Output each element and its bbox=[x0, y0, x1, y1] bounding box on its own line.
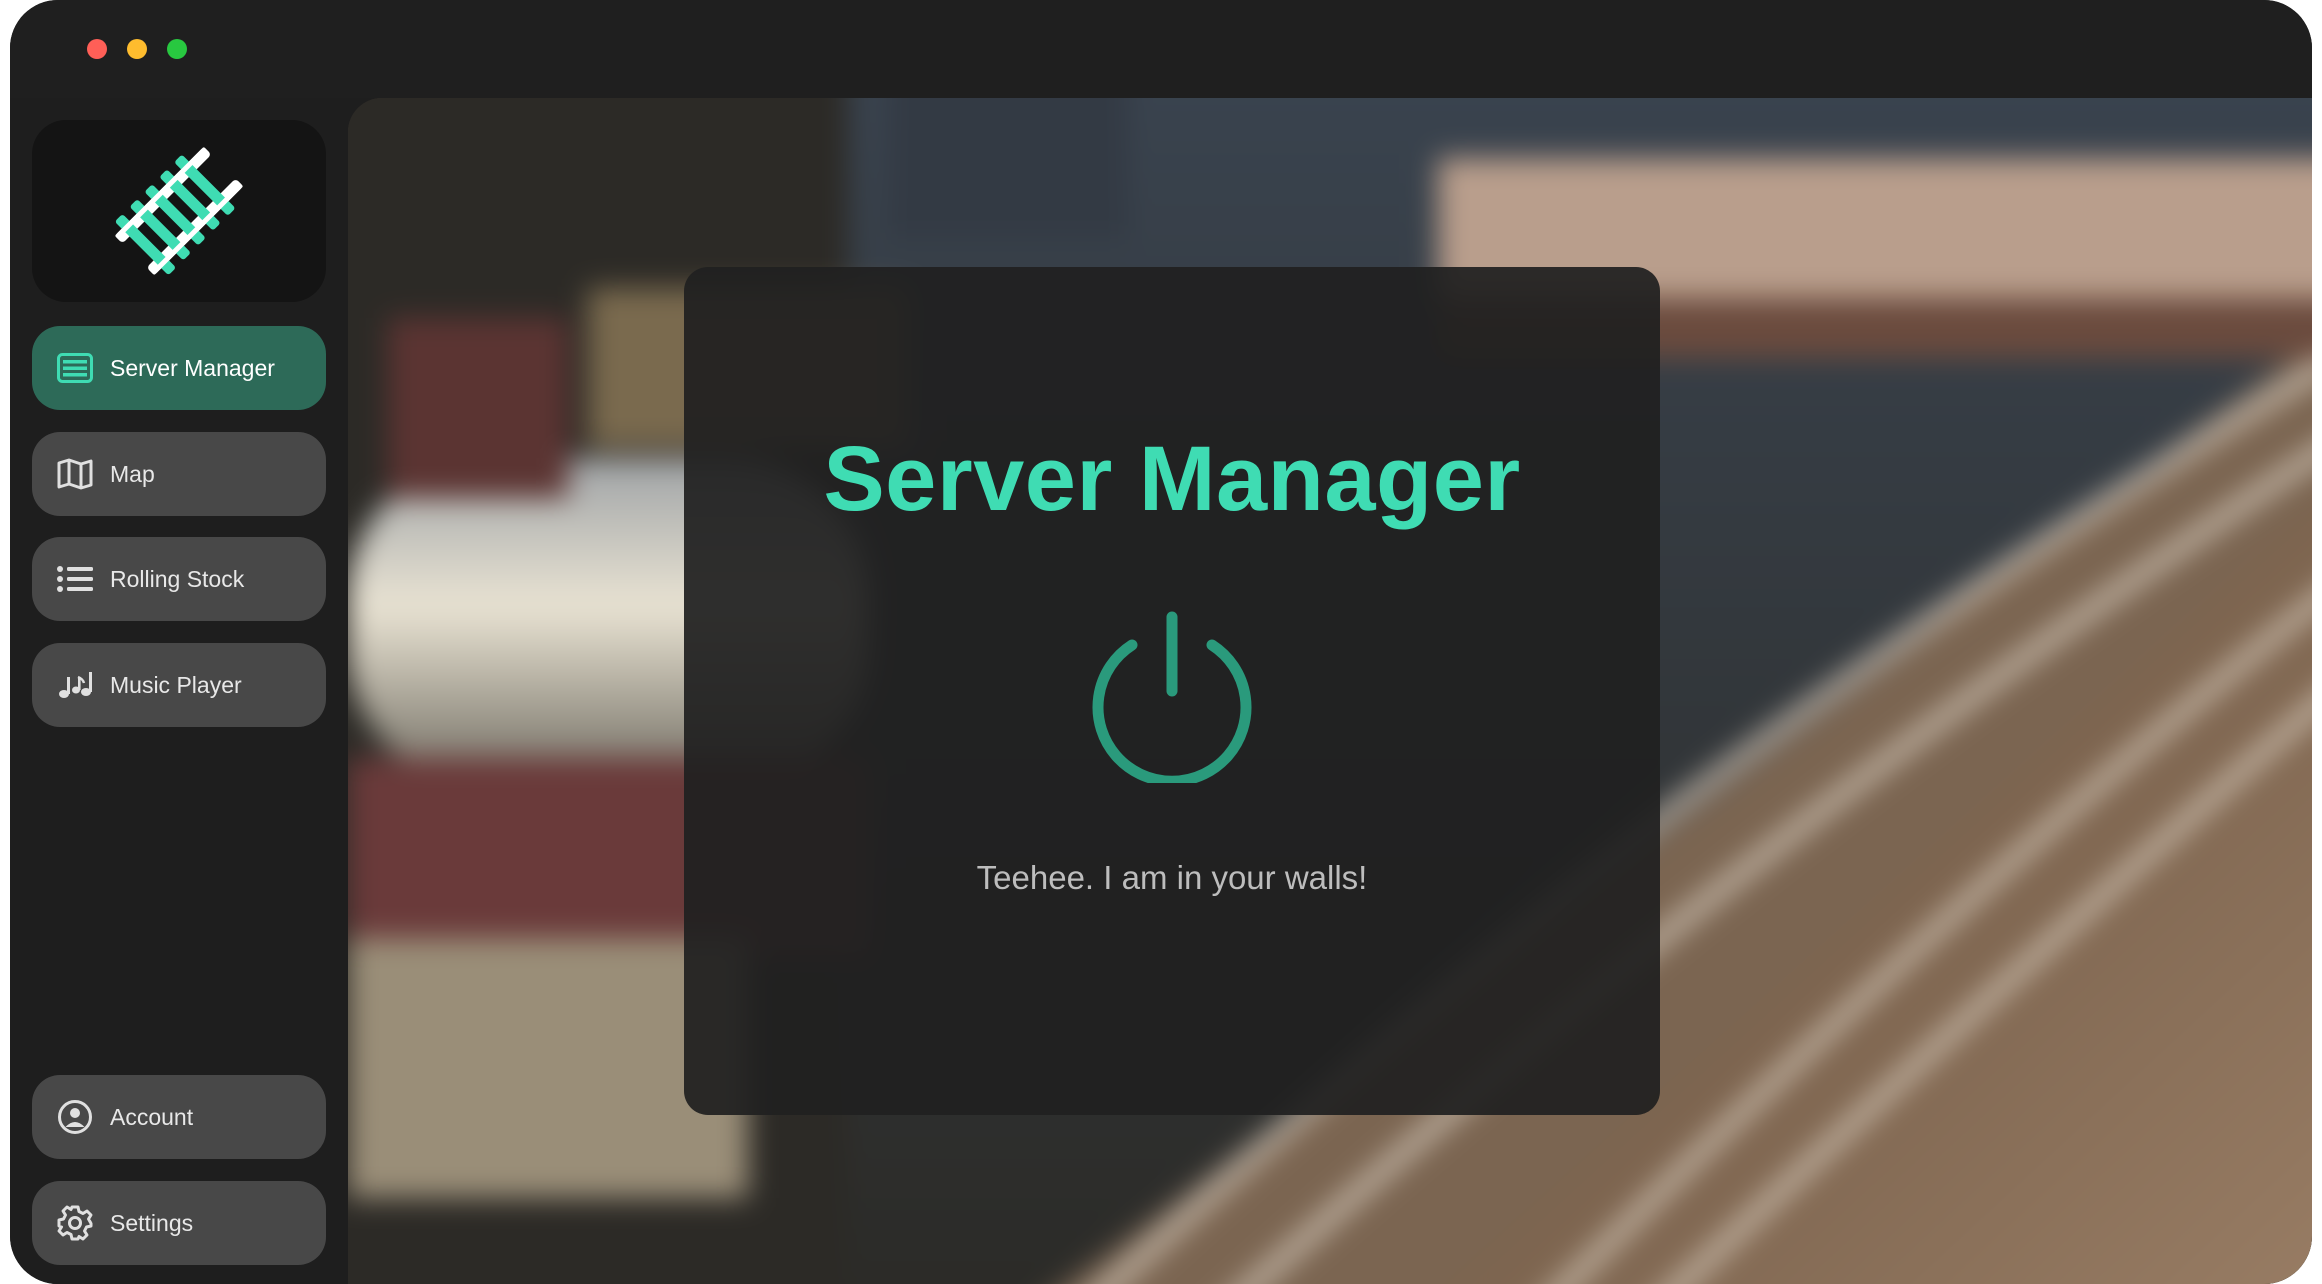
power-icon[interactable] bbox=[1084, 607, 1260, 783]
close-window-button[interactable] bbox=[87, 39, 107, 59]
app-logo bbox=[32, 120, 326, 302]
nav-item-server-manager[interactable]: Server Manager bbox=[32, 326, 326, 410]
map-icon bbox=[56, 455, 94, 493]
nav-label: Map bbox=[110, 460, 155, 487]
nav-label: Music Player bbox=[110, 671, 242, 698]
gear-icon bbox=[56, 1204, 94, 1242]
nav-item-rolling-stock[interactable]: Rolling Stock bbox=[32, 537, 326, 621]
server-manager-panel: Server Manager Teehee. I am in your wall… bbox=[684, 267, 1660, 1115]
sidebar: Server Manager Map Rolling Stock Music P… bbox=[10, 98, 348, 1284]
list-icon bbox=[56, 560, 94, 598]
railroad-track-icon bbox=[115, 147, 243, 275]
main-content: Server Manager Teehee. I am in your wall… bbox=[348, 98, 2312, 1284]
minimize-window-button[interactable] bbox=[127, 39, 147, 59]
account-circle-icon bbox=[56, 1098, 94, 1136]
title-bar bbox=[10, 0, 2312, 98]
music-notes-icon bbox=[56, 666, 94, 704]
nav-item-account[interactable]: Account bbox=[32, 1075, 326, 1159]
nav-item-map[interactable]: Map bbox=[32, 432, 326, 516]
nav-item-settings[interactable]: Settings bbox=[32, 1181, 326, 1265]
nav-label: Rolling Stock bbox=[110, 565, 245, 592]
app-window: Server Manager Map Rolling Stock Music P… bbox=[10, 0, 2312, 1284]
nav-label: Server Manager bbox=[110, 354, 275, 381]
page-title: Server Manager bbox=[823, 428, 1521, 530]
nav-label: Account bbox=[110, 1103, 194, 1130]
nav-item-music-player[interactable]: Music Player bbox=[32, 643, 326, 727]
nav-label: Settings bbox=[110, 1209, 194, 1236]
server-list-icon bbox=[56, 349, 94, 387]
maximize-window-button[interactable] bbox=[167, 39, 187, 59]
status-message: Teehee. I am in your walls! bbox=[976, 859, 1368, 896]
